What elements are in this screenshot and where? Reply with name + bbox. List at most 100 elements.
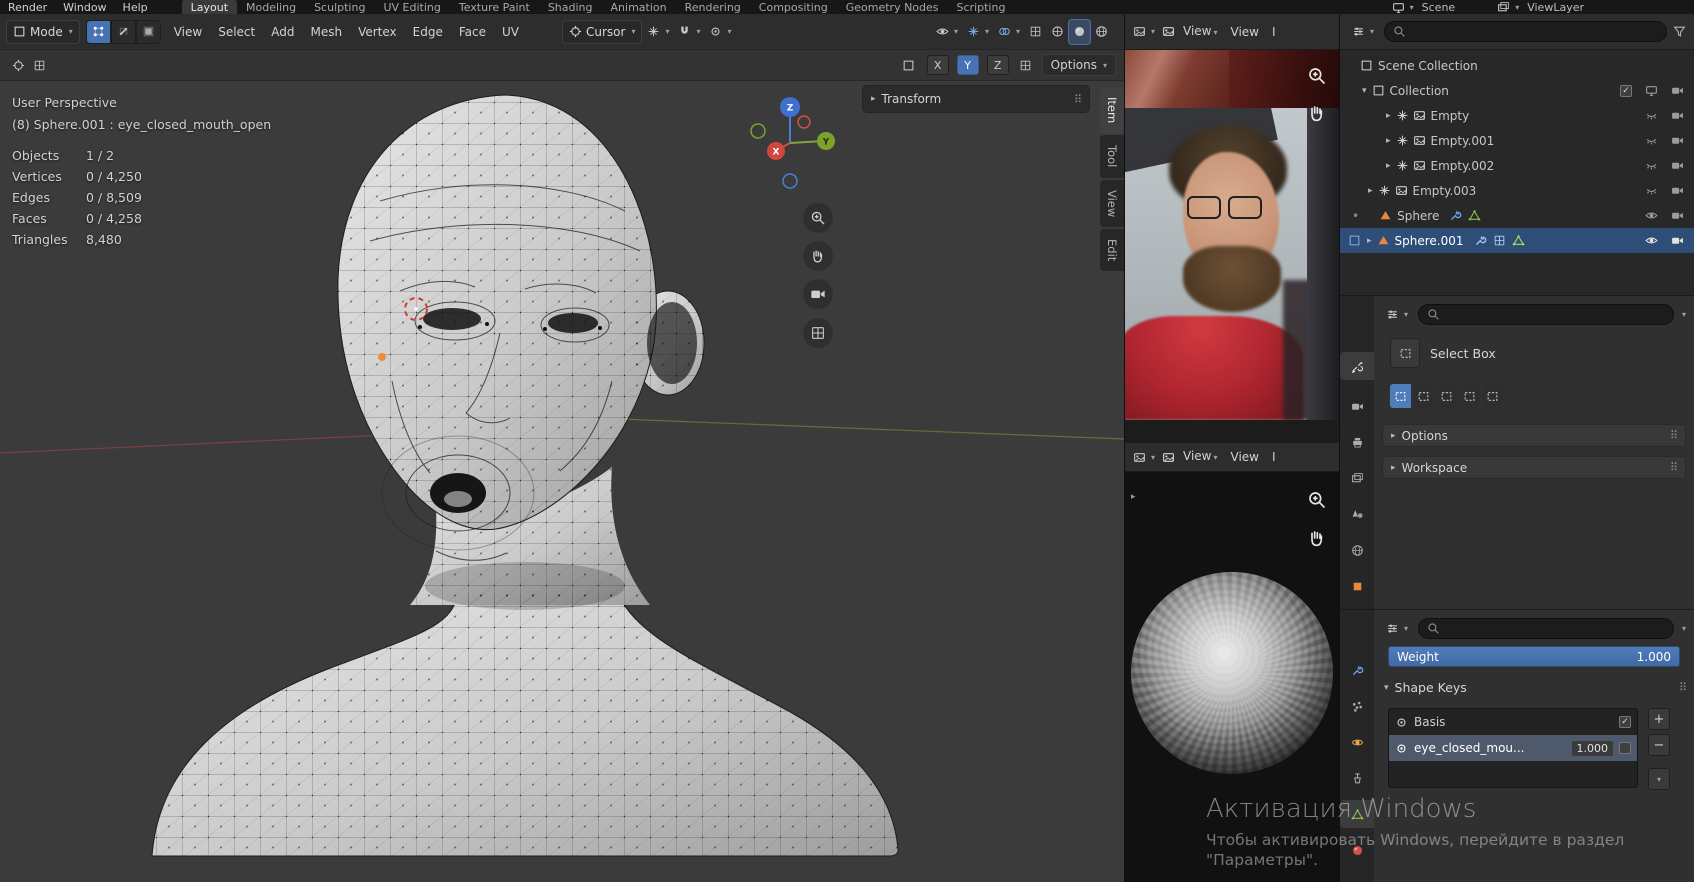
- select-mode-intersect[interactable]: [1482, 384, 1503, 408]
- outliner-row-empty-002[interactable]: ▸ Empty.002: [1340, 153, 1694, 178]
- mirror-x-button[interactable]: X: [927, 55, 949, 75]
- zoom-button[interactable]: [1307, 490, 1327, 513]
- chevron-down-icon[interactable]: ▾: [1682, 624, 1686, 633]
- menu-view[interactable]: View▾: [1178, 19, 1223, 45]
- tab-object-properties[interactable]: [1340, 572, 1374, 600]
- correct-face-attributes-icon[interactable]: [1015, 53, 1036, 77]
- sidebar-tab-edit[interactable]: Edit: [1100, 229, 1124, 271]
- select-mode-extend[interactable]: [1413, 384, 1434, 408]
- tab-output-properties[interactable]: [1340, 428, 1374, 456]
- menu-edge[interactable]: Edge: [406, 20, 450, 44]
- menu-help[interactable]: Help: [115, 0, 156, 14]
- browse-scene-icon[interactable]: ▾: [1388, 0, 1418, 14]
- mirror-y-button[interactable]: Y: [957, 55, 979, 75]
- workspace-tab-layout[interactable]: Layout: [182, 0, 237, 14]
- outliner-row-empty-003[interactable]: ▸ Empty.003: [1340, 178, 1694, 203]
- eye-closed-icon[interactable]: [1645, 159, 1658, 172]
- render-camera-icon[interactable]: [1671, 209, 1684, 222]
- shape-key-row-basis[interactable]: Basis ✓: [1389, 709, 1637, 735]
- tab-material-properties[interactable]: [1340, 836, 1374, 864]
- expand-icon[interactable]: ▸: [1368, 186, 1373, 196]
- outliner-row-empty-001[interactable]: ▸ Empty.001: [1340, 128, 1694, 153]
- menu-view-2[interactable]: View: [1226, 20, 1264, 44]
- workspace-tab-modeling[interactable]: Modeling: [237, 0, 305, 14]
- face-select-mode-button[interactable]: [136, 20, 161, 44]
- properties-search-input[interactable]: [1418, 304, 1674, 325]
- workspace-tab-rendering[interactable]: Rendering: [676, 0, 750, 14]
- tab-constraint-properties[interactable]: [1340, 764, 1374, 792]
- proportional-editing-toggle[interactable]: ▾: [705, 20, 735, 44]
- workspace-tab-geometry-nodes[interactable]: Geometry Nodes: [837, 0, 948, 14]
- menu-mesh[interactable]: Mesh: [303, 20, 349, 44]
- edge-select-mode-button[interactable]: [111, 20, 136, 44]
- remove-shape-key-button[interactable]: −: [1648, 734, 1670, 756]
- options-panel-header[interactable]: ▸ Options ⠿: [1382, 424, 1686, 447]
- editor-type-dropdown[interactable]: ▾: [1129, 20, 1159, 44]
- shading-rendered-button[interactable]: [1091, 20, 1112, 44]
- panel-drag-handle-icon[interactable]: ⠿: [1679, 681, 1686, 694]
- menu-view-2[interactable]: View: [1226, 445, 1264, 469]
- tab-view-layer-properties[interactable]: [1340, 464, 1374, 492]
- editor-type-dropdown[interactable]: ▾: [1348, 20, 1378, 44]
- overlays-dropdown[interactable]: ▾: [994, 20, 1024, 44]
- eye-closed-icon[interactable]: [1645, 134, 1658, 147]
- show-gizmo-dropdown[interactable]: ▾: [932, 20, 962, 44]
- mode-select[interactable]: Mode ▾: [6, 20, 80, 44]
- mirror-z-button[interactable]: Z: [987, 55, 1009, 75]
- render-camera-icon[interactable]: [1671, 134, 1684, 147]
- navigation-gizmo[interactable]: Z X Y: [738, 89, 848, 201]
- tab-render-properties[interactable]: [1340, 392, 1374, 420]
- zoom-button[interactable]: [803, 203, 833, 233]
- tab-active-tool[interactable]: [1340, 352, 1374, 380]
- properties-search-input[interactable]: [1418, 618, 1674, 639]
- camera-view-button[interactable]: [803, 279, 833, 309]
- shape-key-checkbox[interactable]: [1619, 742, 1631, 754]
- workspace-panel-header[interactable]: ▸ Workspace ⠿: [1382, 456, 1686, 479]
- filter-funnel-icon[interactable]: [1673, 25, 1686, 38]
- 3d-viewport[interactable]: User Perspective (8) Sphere.001 : eye_cl…: [0, 81, 1124, 882]
- tab-world-properties[interactable]: [1340, 536, 1374, 564]
- workspace-tab-scripting[interactable]: Scripting: [948, 0, 1015, 14]
- sidebar-tab-tool[interactable]: Tool: [1100, 135, 1124, 177]
- expand-icon[interactable]: ▸: [1367, 236, 1372, 246]
- outliner-row-collection[interactable]: ▾ Collection ✓: [1340, 78, 1694, 103]
- zoom-button[interactable]: [1307, 66, 1327, 89]
- mirror-icon[interactable]: [898, 53, 919, 77]
- expand-icon[interactable]: ▸: [1386, 136, 1391, 146]
- select-box-tool-icon[interactable]: [1390, 338, 1420, 368]
- editor-type-dropdown[interactable]: ▾: [1129, 445, 1159, 469]
- weight-slider[interactable]: Weight 1.000: [1388, 646, 1680, 667]
- menu-face[interactable]: Face: [452, 20, 493, 44]
- outliner-row-empty[interactable]: ▸ Empty: [1340, 103, 1694, 128]
- move-view-hand-button[interactable]: [803, 241, 833, 271]
- select-mode-new[interactable]: [1390, 384, 1411, 408]
- move-view-hand-button[interactable]: [1307, 528, 1327, 551]
- menu-select[interactable]: Select: [211, 20, 262, 44]
- transform-panel-header[interactable]: ▸ Transform ⠿: [862, 85, 1090, 113]
- menu-render[interactable]: Render: [0, 0, 55, 14]
- tab-physics-properties[interactable]: [1340, 728, 1374, 756]
- image-editor-bottom-canvas[interactable]: ▸: [1125, 472, 1339, 882]
- toggle-ortho-button[interactable]: [803, 318, 833, 348]
- select-mode-invert[interactable]: [1459, 384, 1480, 408]
- expand-icon[interactable]: ▸: [1386, 111, 1391, 121]
- active-tool-cursor-button[interactable]: Cursor ▾: [562, 20, 642, 44]
- outliner-row-scene-collection[interactable]: Scene Collection: [1340, 53, 1694, 78]
- eye-icon[interactable]: [1645, 209, 1658, 222]
- tab-object-data-properties[interactable]: [1340, 800, 1374, 828]
- shape-key-row-eye-closed[interactable]: eye_closed_mou... 1.000: [1389, 735, 1637, 761]
- viewlayer-selector[interactable]: ViewLayer: [1527, 1, 1584, 14]
- outliner-row-sphere[interactable]: • Sphere: [1340, 203, 1694, 228]
- scene-selector[interactable]: Scene: [1422, 1, 1456, 14]
- menu-uv[interactable]: UV: [495, 20, 526, 44]
- workspace-tab-animation[interactable]: Animation: [602, 0, 676, 14]
- sidebar-tab-item[interactable]: Item: [1100, 87, 1124, 133]
- workspace-tab-shading[interactable]: Shading: [539, 0, 602, 14]
- workspace-tab-uv-editing[interactable]: UV Editing: [374, 0, 449, 14]
- vertex-select-mode-button[interactable]: [86, 20, 111, 44]
- menu-window[interactable]: Window: [55, 0, 114, 14]
- add-shape-key-button[interactable]: +: [1648, 708, 1670, 730]
- workspace-tab-compositing[interactable]: Compositing: [750, 0, 837, 14]
- panel-drag-handle-icon[interactable]: ⠿: [1670, 429, 1677, 442]
- options-dropdown[interactable]: Options▾: [1042, 54, 1116, 76]
